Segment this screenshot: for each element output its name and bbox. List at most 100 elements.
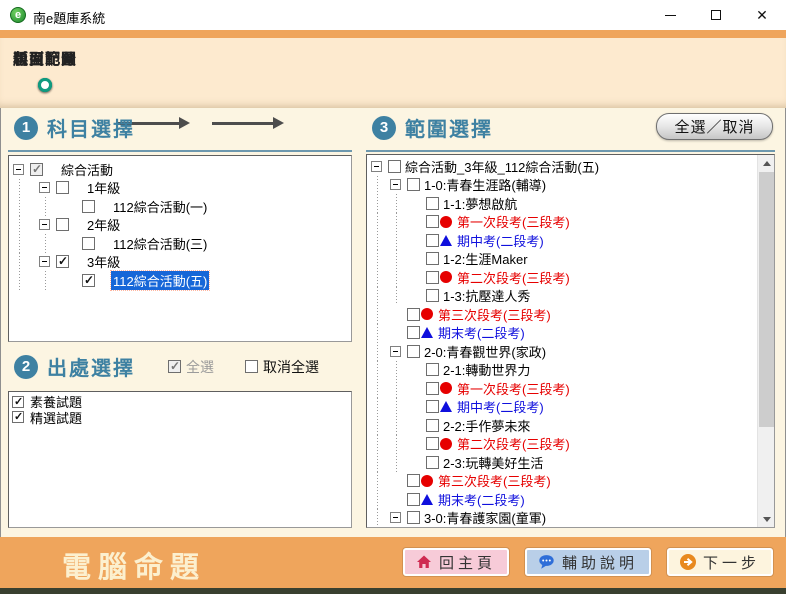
- tree-row-label[interactable]: 第一次段考(三段考): [455, 212, 572, 231]
- tree-row-label[interactable]: 第三次段考(三段考): [436, 305, 553, 324]
- tree-row-label[interactable]: 2-0:青春觀世界(家政): [422, 342, 548, 361]
- tree-row[interactable]: 2-1:轉動世界力: [367, 361, 757, 380]
- tree-row-label[interactable]: 2-3:玩轉美好生活: [441, 453, 545, 472]
- checkbox[interactable]: [407, 326, 420, 339]
- tree-row-label[interactable]: 1-2:生涯Maker: [441, 249, 530, 268]
- checkbox[interactable]: [426, 382, 439, 395]
- tree-row[interactable]: 2-0:青春觀世界(家政): [367, 342, 757, 361]
- checkbox[interactable]: [426, 289, 439, 302]
- checkbox[interactable]: [407, 511, 420, 524]
- tree-row-label[interactable]: 112綜合活動(一): [111, 197, 209, 216]
- tree-row[interactable]: 第一次段考(三段考): [367, 379, 757, 398]
- checkbox[interactable]: [426, 215, 439, 228]
- close-button[interactable]: ✕: [739, 0, 785, 30]
- deselect-all-checkbox[interactable]: [245, 360, 258, 373]
- tree-row-label[interactable]: 期末考(二段考): [436, 323, 527, 342]
- checkbox[interactable]: [12, 411, 24, 423]
- tree-row-label[interactable]: 1-0:青春生涯路(輔導): [422, 175, 548, 194]
- checkbox[interactable]: [407, 474, 420, 487]
- checkbox[interactable]: [56, 218, 69, 231]
- tree-row[interactable]: 2年級: [9, 216, 351, 235]
- collapse-icon[interactable]: [390, 179, 401, 190]
- checkbox[interactable]: [426, 197, 439, 210]
- tree-row-label[interactable]: 期中考(二段考): [455, 397, 546, 416]
- tree-row-label[interactable]: 2年級: [85, 215, 122, 234]
- help-button[interactable]: 輔助說明: [525, 548, 651, 576]
- tree-row[interactable]: 112綜合活動(五): [9, 271, 351, 290]
- select-all-checkbox[interactable]: [168, 360, 181, 373]
- checkbox[interactable]: [407, 493, 420, 506]
- tree-row[interactable]: 期末考(二段考): [367, 324, 757, 343]
- minimize-button[interactable]: [647, 0, 693, 30]
- tree-row[interactable]: 第二次段考(三段考): [367, 435, 757, 454]
- tree-row[interactable]: 2-2:手作夢未來: [367, 416, 757, 435]
- select-toggle-button[interactable]: 全選／取消: [656, 113, 773, 140]
- checkbox[interactable]: [82, 200, 95, 213]
- checkbox[interactable]: [12, 396, 24, 408]
- collapse-icon[interactable]: [39, 182, 50, 193]
- list-item[interactable]: 精選試題: [9, 410, 351, 426]
- tree-row-label[interactable]: 3年級: [85, 252, 122, 271]
- checkbox[interactable]: [82, 237, 95, 250]
- checkbox[interactable]: [426, 419, 439, 432]
- tree-row[interactable]: 第三次段考(三段考): [367, 472, 757, 491]
- tree-row-label[interactable]: 期末考(二段考): [436, 490, 527, 509]
- collapse-icon[interactable]: [39, 256, 50, 267]
- checkbox[interactable]: [426, 456, 439, 469]
- tree-row-label[interactable]: 期中考(二段考): [455, 231, 546, 250]
- tree-row-label[interactable]: 第三次段考(三段考): [436, 471, 553, 490]
- maximize-button[interactable]: [693, 0, 739, 30]
- tree-row[interactable]: 第一次段考(三段考): [367, 213, 757, 232]
- checkbox[interactable]: [388, 160, 401, 173]
- collapse-icon[interactable]: [390, 346, 401, 357]
- tree-row-label[interactable]: 112綜合活動(五): [111, 271, 209, 290]
- scrollbar-thumb[interactable]: [759, 172, 774, 427]
- tree-row-label[interactable]: 2-2:手作夢未來: [441, 416, 532, 435]
- tree-row-label[interactable]: 綜合活動_3年級_112綜合活動(五): [403, 157, 601, 176]
- scrollbar[interactable]: [757, 155, 774, 527]
- collapse-icon[interactable]: [390, 512, 401, 523]
- tree-row-label[interactable]: 3-0:青春護家園(童軍): [422, 508, 548, 527]
- checkbox[interactable]: [407, 308, 420, 321]
- tree-row[interactable]: 期末考(二段考): [367, 490, 757, 509]
- tree-row[interactable]: 第二次段考(三段考): [367, 268, 757, 287]
- checkbox[interactable]: [426, 437, 439, 450]
- tree-row-label[interactable]: 第一次段考(三段考): [455, 379, 572, 398]
- tree-row[interactable]: 1-3:抗壓達人秀: [367, 287, 757, 306]
- tree-row[interactable]: 1-1:夢想啟航: [367, 194, 757, 213]
- tree-row-label[interactable]: 1-3:抗壓達人秀: [441, 286, 532, 305]
- checkbox[interactable]: [30, 163, 43, 176]
- tree-row[interactable]: 綜合活動: [9, 160, 351, 179]
- tree-row[interactable]: 期中考(二段考): [367, 231, 757, 250]
- checkbox[interactable]: [426, 271, 439, 284]
- checkbox[interactable]: [426, 252, 439, 265]
- checkbox[interactable]: [82, 274, 95, 287]
- collapse-icon[interactable]: [371, 161, 382, 172]
- tree-row[interactable]: 1年級: [9, 179, 351, 198]
- checkbox[interactable]: [426, 234, 439, 247]
- next-button[interactable]: 下一步: [667, 548, 773, 576]
- checkbox[interactable]: [426, 400, 439, 413]
- tree-row[interactable]: 2-3:玩轉美好生活: [367, 453, 757, 472]
- checkbox[interactable]: [407, 345, 420, 358]
- tree-row[interactable]: 第三次段考(三段考): [367, 305, 757, 324]
- tree-row[interactable]: 3年級: [9, 253, 351, 272]
- tree-row[interactable]: 112綜合活動(一): [9, 197, 351, 216]
- tree-row[interactable]: 1-0:青春生涯路(輔導): [367, 176, 757, 195]
- tree-row[interactable]: 1-2:生涯Maker: [367, 250, 757, 269]
- home-button[interactable]: 回主頁: [403, 548, 509, 576]
- scroll-up-icon[interactable]: [758, 155, 775, 171]
- tree-row-label[interactable]: 1年級: [85, 178, 122, 197]
- tree-row[interactable]: 3-0:青春護家園(童軍): [367, 509, 757, 528]
- tree-row-label[interactable]: 2-1:轉動世界力: [441, 360, 532, 379]
- tree-row[interactable]: 綜合活動_3年級_112綜合活動(五): [367, 157, 757, 176]
- collapse-icon[interactable]: [13, 164, 24, 175]
- tree-row-label[interactable]: 綜合活動: [59, 160, 115, 179]
- scroll-down-icon[interactable]: [758, 511, 775, 527]
- tree-row[interactable]: 112綜合活動(三): [9, 234, 351, 253]
- checkbox[interactable]: [56, 181, 69, 194]
- stepper-step[interactable]: 版面配置: [0, 48, 90, 92]
- checkbox[interactable]: [56, 255, 69, 268]
- checkbox[interactable]: [407, 178, 420, 191]
- tree-row-label[interactable]: 112綜合活動(三): [111, 234, 209, 253]
